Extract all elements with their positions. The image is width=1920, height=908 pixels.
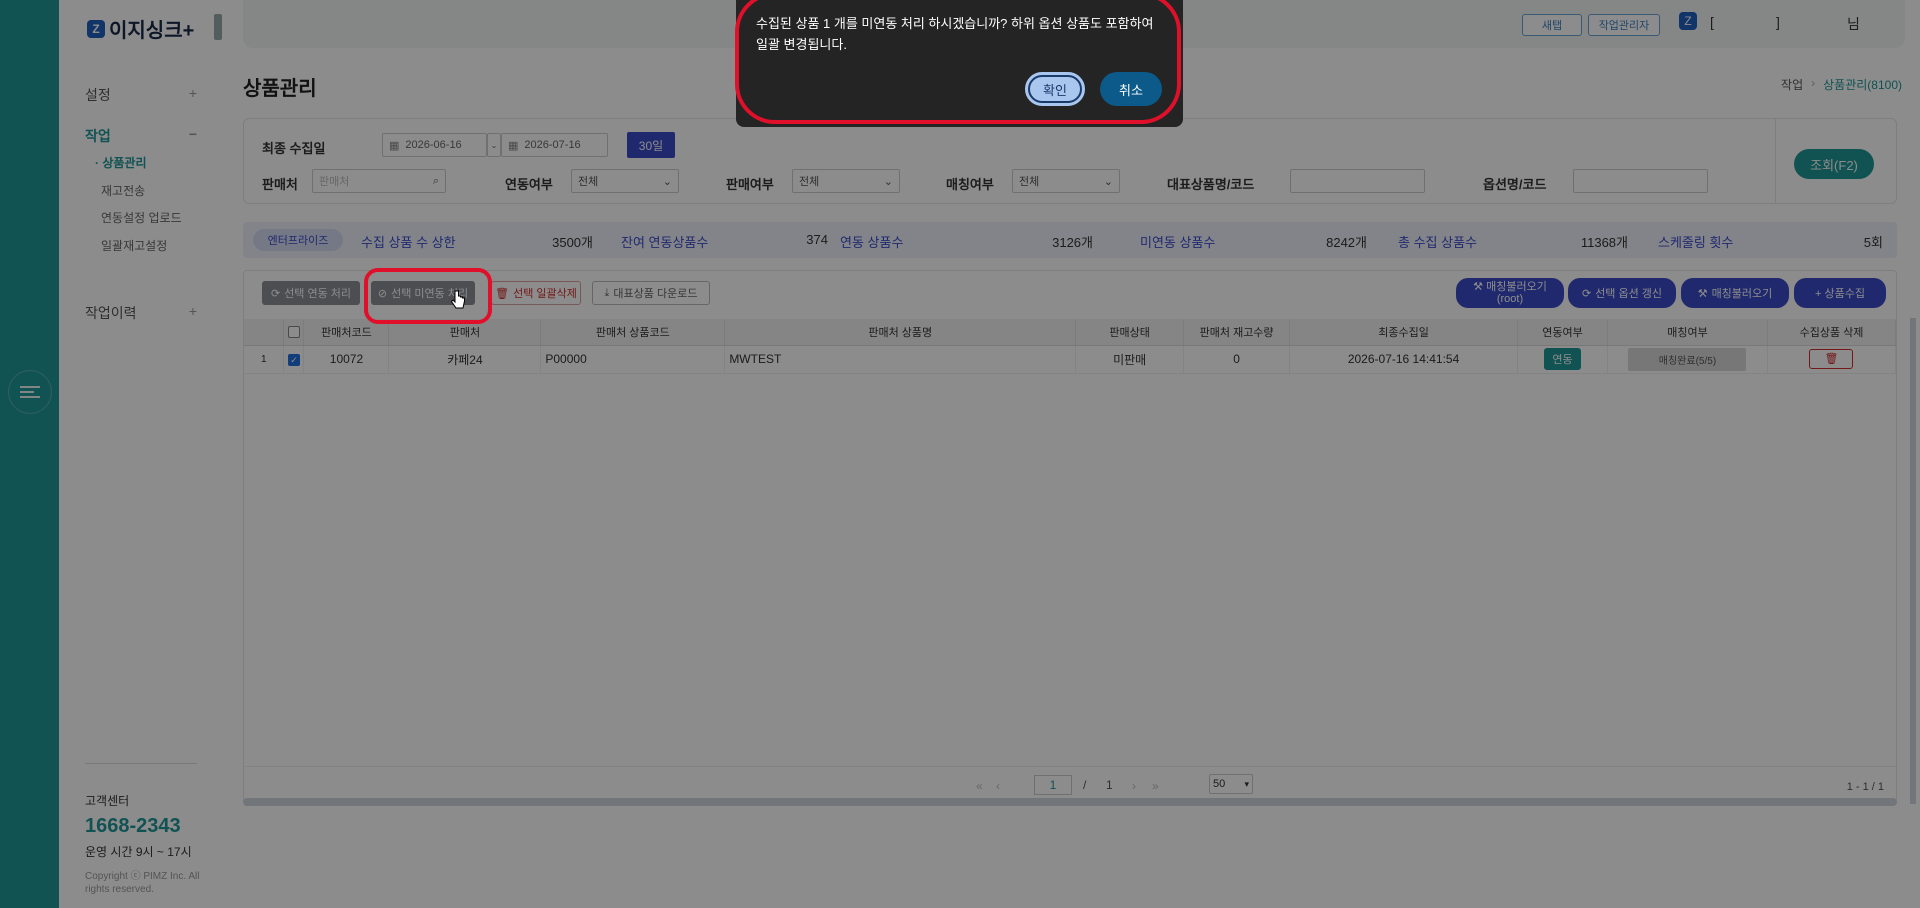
highlight-ring-dialog: [735, 0, 1181, 124]
modal-overlay: [0, 0, 1920, 908]
highlight-ring-unlink-button: [364, 268, 492, 324]
hand-cursor-icon: [450, 290, 465, 309]
